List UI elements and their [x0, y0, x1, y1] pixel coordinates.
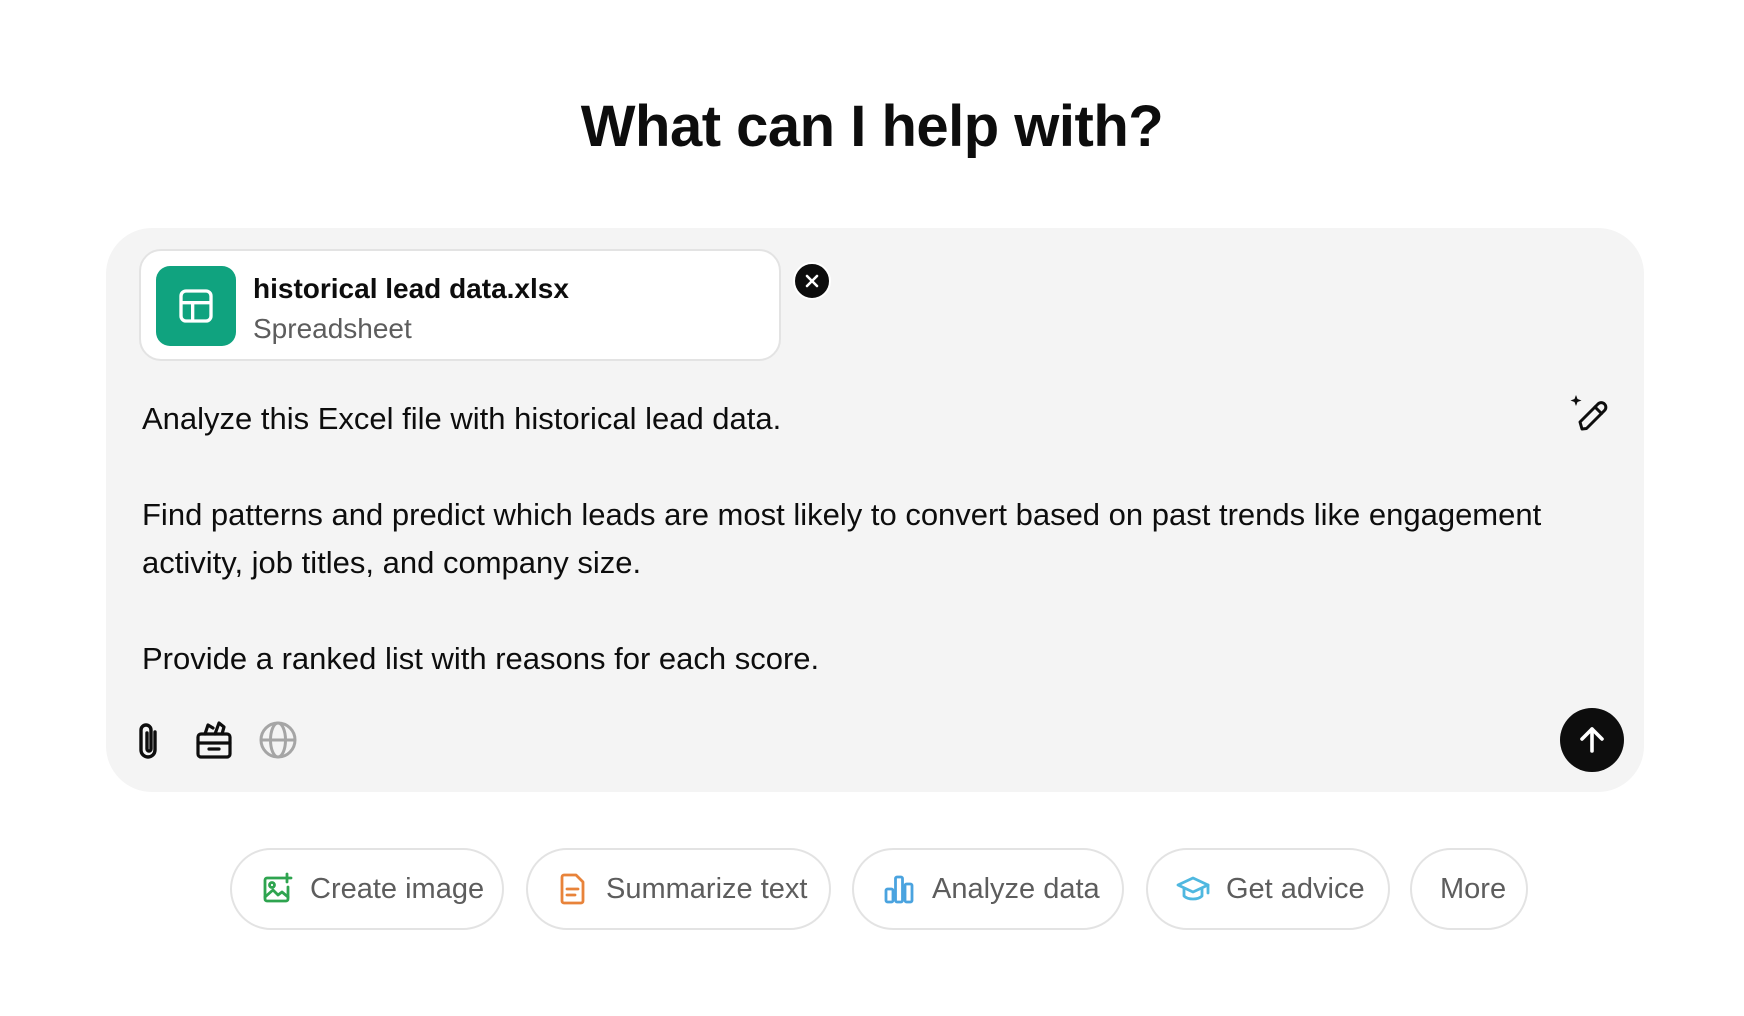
attached-file-type: Spreadsheet — [253, 313, 412, 344]
suggestion-analyze-data[interactable]: Analyze data — [852, 848, 1124, 930]
send-button[interactable] — [1560, 708, 1624, 772]
attached-file-card[interactable]: historical lead data.xlsx Spreadsheet — [139, 249, 831, 361]
image-icon — [260, 872, 294, 906]
attached-file-name: historical lead data.xlsx — [253, 273, 569, 304]
remove-file-button[interactable] — [793, 262, 831, 300]
message-composer[interactable]: historical lead data.xlsx Spreadsheet An… — [106, 228, 1644, 792]
prompt-paragraph: Analyze this Excel file with historical … — [142, 401, 782, 436]
suggestion-get-advice[interactable]: Get advice — [1146, 848, 1390, 930]
prompt-paragraph: Find patterns and predict which leads ar… — [142, 497, 1542, 580]
suggestion-more[interactable]: More — [1410, 848, 1528, 930]
page-title: What can I help with? — [580, 94, 1164, 159]
suggestion-create-image[interactable]: Create image — [230, 848, 504, 930]
bar-chart-icon — [882, 872, 916, 906]
magic-pencil-icon[interactable] — [1568, 392, 1612, 436]
suggestion-summarize-text[interactable]: Summarize text — [526, 848, 831, 930]
suggestion-label: Analyze data — [932, 872, 1100, 905]
suggestion-label: Create image — [310, 872, 485, 905]
arrow-up-icon — [1580, 727, 1604, 753]
globe-icon[interactable] — [256, 718, 300, 762]
prompt-paragraph: Provide a ranked list with reasons for e… — [142, 641, 820, 676]
close-icon — [805, 274, 819, 288]
suggestion-label: More — [1440, 872, 1507, 905]
toolbox-icon[interactable] — [192, 718, 236, 762]
spreadsheet-icon — [156, 266, 236, 346]
attach-icon[interactable] — [128, 718, 172, 762]
document-icon — [556, 872, 590, 906]
graduation-cap-icon — [1176, 872, 1210, 906]
suggestion-label: Summarize text — [606, 872, 808, 905]
chat-home: What can I help with? historical lead da… — [0, 0, 1744, 1016]
prompt-input[interactable]: Analyze this Excel file with historical … — [142, 395, 1542, 683]
suggestion-label: Get advice — [1226, 872, 1365, 905]
